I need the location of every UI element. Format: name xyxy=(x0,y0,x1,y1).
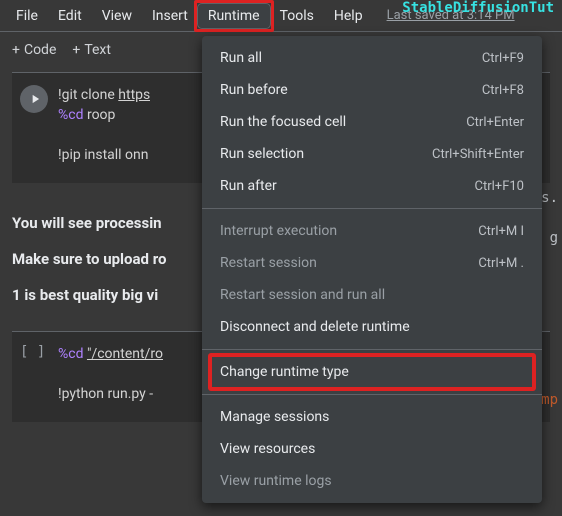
menubar: File Edit View Insert Runtime Tools Help… xyxy=(0,0,562,32)
separator xyxy=(202,394,542,395)
dd-shortcut: Ctrl+Shift+Enter xyxy=(432,147,524,162)
menu-runtime[interactable]: Runtime xyxy=(198,4,270,28)
dd-shortcut: Ctrl+Enter xyxy=(466,115,524,130)
menu-file[interactable]: File xyxy=(6,4,48,28)
menu-disconnect-delete[interactable]: Disconnect and delete runtime xyxy=(202,311,542,343)
plus-icon: + xyxy=(72,42,80,58)
code-text: !git clone xyxy=(58,87,118,103)
menu-restart: Restart session Ctrl+M . xyxy=(202,247,542,279)
code-link: https xyxy=(118,87,150,103)
runtime-dropdown: Run all Ctrl+F9 Run before Ctrl+F8 Run the… xyxy=(202,36,542,503)
menu-tools[interactable]: Tools xyxy=(270,4,324,28)
dd-label: Interrupt execution xyxy=(220,223,337,239)
dd-label: Manage sessions xyxy=(220,409,329,425)
menu-restart-run-all: Restart session and run all xyxy=(202,279,542,311)
menu-view-logs: View runtime logs xyxy=(202,465,542,497)
last-saved-text[interactable]: Last saved at 3:14 PM xyxy=(387,8,515,23)
menu-run-after[interactable]: Run after Ctrl+F10 xyxy=(202,170,542,202)
code-text: !python run.py - xyxy=(58,386,153,402)
plus-icon: + xyxy=(12,42,20,58)
menu-view[interactable]: View xyxy=(92,4,142,28)
code-magic: %cd xyxy=(58,107,83,123)
cutoff-text: mp xyxy=(541,392,558,408)
dd-shortcut: Ctrl+F8 xyxy=(482,83,524,98)
dd-shortcut: Ctrl+M I xyxy=(478,224,524,239)
menu-interrupt: Interrupt execution Ctrl+M I xyxy=(202,215,542,247)
dd-label: Run all xyxy=(220,50,262,66)
dd-label: Run selection xyxy=(220,146,304,162)
separator xyxy=(202,349,542,350)
dd-label: Change runtime type xyxy=(220,364,349,380)
menu-run-selection[interactable]: Run selection Ctrl+Shift+Enter xyxy=(202,138,542,170)
cutoff-text: s. xyxy=(541,190,558,206)
menu-run-focused[interactable]: Run the focused cell Ctrl+Enter xyxy=(202,106,542,138)
dd-shortcut: Ctrl+M . xyxy=(478,256,524,271)
menu-help[interactable]: Help xyxy=(324,4,373,28)
menu-change-runtime[interactable]: Change runtime type xyxy=(202,356,542,388)
dd-shortcut: Ctrl+F9 xyxy=(482,51,524,66)
menu-manage-sessions[interactable]: Manage sessions xyxy=(202,401,542,433)
dd-label: Disconnect and delete runtime xyxy=(220,319,410,335)
add-text-label: Text xyxy=(84,42,111,58)
play-icon xyxy=(28,92,42,106)
code-editor-1[interactable]: !git clone https %cd roop !pip install o… xyxy=(58,85,150,165)
cutoff-text: g xyxy=(550,230,558,246)
execution-count: [ ] xyxy=(20,344,48,404)
menu-runtime-label: Runtime xyxy=(208,8,260,24)
separator xyxy=(202,208,542,209)
dd-label: Restart session and run all xyxy=(220,287,385,303)
menu-edit[interactable]: Edit xyxy=(48,4,92,28)
run-cell-button[interactable] xyxy=(20,85,48,113)
menu-view-resources[interactable]: View resources xyxy=(202,433,542,465)
menu-run-before[interactable]: Run before Ctrl+F8 xyxy=(202,74,542,106)
dd-shortcut: Ctrl+F10 xyxy=(475,179,524,194)
dd-label: View resources xyxy=(220,441,315,457)
code-editor-2[interactable]: %cd "/content/ro !python run.py - xyxy=(58,344,163,404)
add-code-button[interactable]: + Code xyxy=(12,42,56,58)
menu-insert[interactable]: Insert xyxy=(142,4,198,28)
code-text: !pip install onn xyxy=(58,147,149,163)
menu-run-all[interactable]: Run all Ctrl+F9 xyxy=(202,42,542,74)
add-text-button[interactable]: + Text xyxy=(72,42,111,58)
dd-label: Run before xyxy=(220,82,288,98)
code-string: "/content/ro xyxy=(87,346,163,362)
dd-label: View runtime logs xyxy=(220,473,332,489)
add-code-label: Code xyxy=(24,42,56,58)
dd-label: Run the focused cell xyxy=(220,114,346,130)
dd-label: Restart session xyxy=(220,255,317,271)
code-text: roop xyxy=(83,107,115,123)
code-magic: %cd xyxy=(58,346,83,362)
dd-label: Run after xyxy=(220,178,277,194)
